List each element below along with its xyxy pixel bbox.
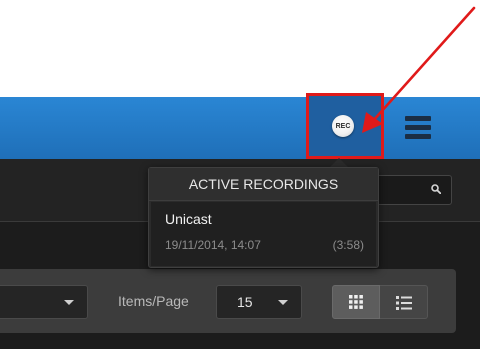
menu-line <box>405 125 431 130</box>
view-mode-toggle <box>332 285 428 319</box>
app-window: REC ACTIVE RECORDINGS Unicast 19/11/2014… <box>0 0 480 349</box>
menu-line <box>405 134 431 139</box>
chevron-down-icon <box>64 300 74 305</box>
items-per-page-select[interactable]: 15 <box>216 285 302 319</box>
recording-date: 19/11/2014, 14:07 <box>165 238 261 252</box>
active-recordings-popup: ACTIVE RECORDINGS Unicast 19/11/2014, 14… <box>148 167 379 268</box>
search-icon <box>431 184 441 194</box>
grid-icon <box>349 295 363 309</box>
rec-button[interactable]: REC <box>332 115 354 137</box>
rec-button-label: REC <box>335 122 351 130</box>
grid-view-button[interactable] <box>332 285 380 319</box>
recording-duration: (3:58) <box>332 238 364 252</box>
popup-title: ACTIVE RECORDINGS <box>149 168 378 201</box>
items-per-page-label: Items/Page <box>118 293 189 309</box>
list-icon <box>396 296 412 310</box>
hamburger-menu-icon[interactable] <box>405 115 431 139</box>
popup-caret <box>330 158 348 167</box>
menu-line <box>405 116 431 121</box>
list-view-button[interactable] <box>380 285 428 319</box>
recording-item[interactable]: Unicast 19/11/2014, 14:07 (3:58) <box>151 202 376 266</box>
items-per-page-value: 15 <box>237 294 253 310</box>
category-select[interactable] <box>0 285 88 319</box>
recording-name: Unicast <box>165 211 212 227</box>
search-input[interactable] <box>370 175 452 205</box>
chevron-down-icon <box>278 300 288 305</box>
